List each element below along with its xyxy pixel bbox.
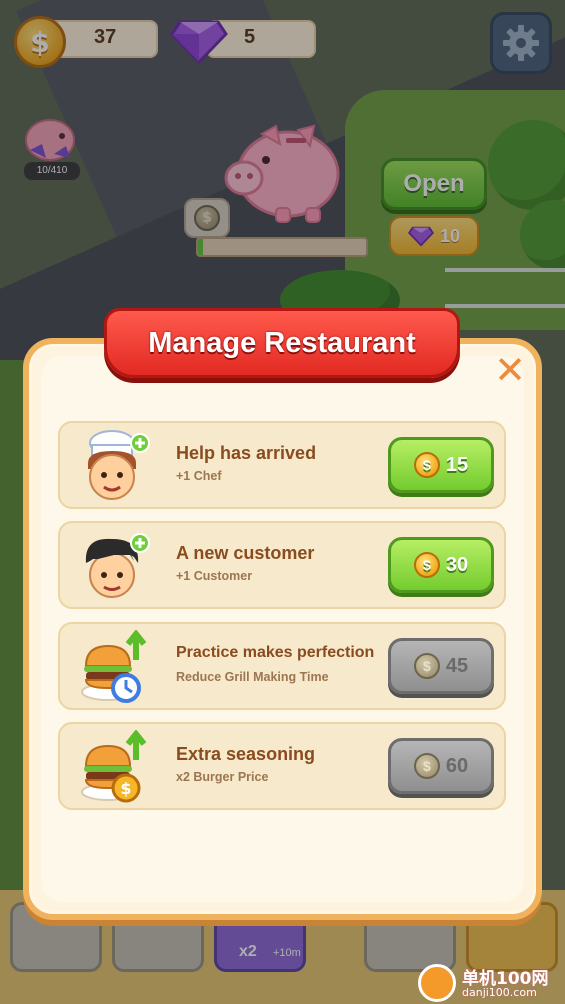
upgrade-subtitle: +1 Customer <box>176 569 253 583</box>
upgrade-title: Extra seasoning <box>176 744 316 764</box>
close-button[interactable]: ✕ <box>490 350 530 390</box>
buy-upgrade-button[interactable]: $ 30 <box>388 537 494 593</box>
panel-title: Manage Restaurant <box>104 308 460 378</box>
watermark: 单机100网 danji100.com <box>418 962 564 1004</box>
upgrade-title: Help has arrived <box>176 443 317 463</box>
upgrade-price: 60 <box>445 754 469 777</box>
buy-upgrade-button-disabled[interactable]: $ 60 <box>388 738 494 794</box>
upgrade-row-chef: Help has arrived +1 Chef $ 15 <box>58 421 506 509</box>
chef-avatar-icon <box>88 430 150 500</box>
upgrade-price: 15 <box>445 453 469 476</box>
coin-icon: $ <box>413 552 440 578</box>
upgrade-price: 45 <box>445 654 469 677</box>
coin-symbol: $ <box>120 779 131 798</box>
upgrade-title: Practice makes perfection <box>176 644 375 661</box>
buy-upgrade-button[interactable]: $ 15 <box>388 437 494 493</box>
upgrade-subtitle: +1 Chef <box>176 469 222 483</box>
upgrade-row-customer: A new customer +1 Customer $ 30 <box>58 521 506 609</box>
burger-coin-icon: $ <box>81 730 147 803</box>
coin-icon: $ <box>413 452 440 478</box>
coin-icon: $ <box>413 653 440 679</box>
watermark-logo-icon <box>418 964 456 1002</box>
customer-avatar-icon <box>85 533 150 598</box>
coin-icon: $ <box>413 753 440 779</box>
upgrade-subtitle: x2 Burger Price <box>176 770 269 784</box>
upgrade-row-seasoning: $ Extra seasoning x2 Burger Price $ 60 <box>58 722 506 810</box>
watermark-url: danji100.com <box>462 986 537 999</box>
upgrade-title: A new customer <box>176 543 315 563</box>
upgrade-row-grill-time: Practice makes perfection Reduce Grill M… <box>58 622 506 710</box>
upgrade-subtitle: Reduce Grill Making Time <box>176 670 329 684</box>
burger-timer-icon <box>81 630 147 703</box>
upgrade-price: 30 <box>445 553 469 576</box>
buy-upgrade-button-disabled[interactable]: $ 45 <box>388 638 494 694</box>
